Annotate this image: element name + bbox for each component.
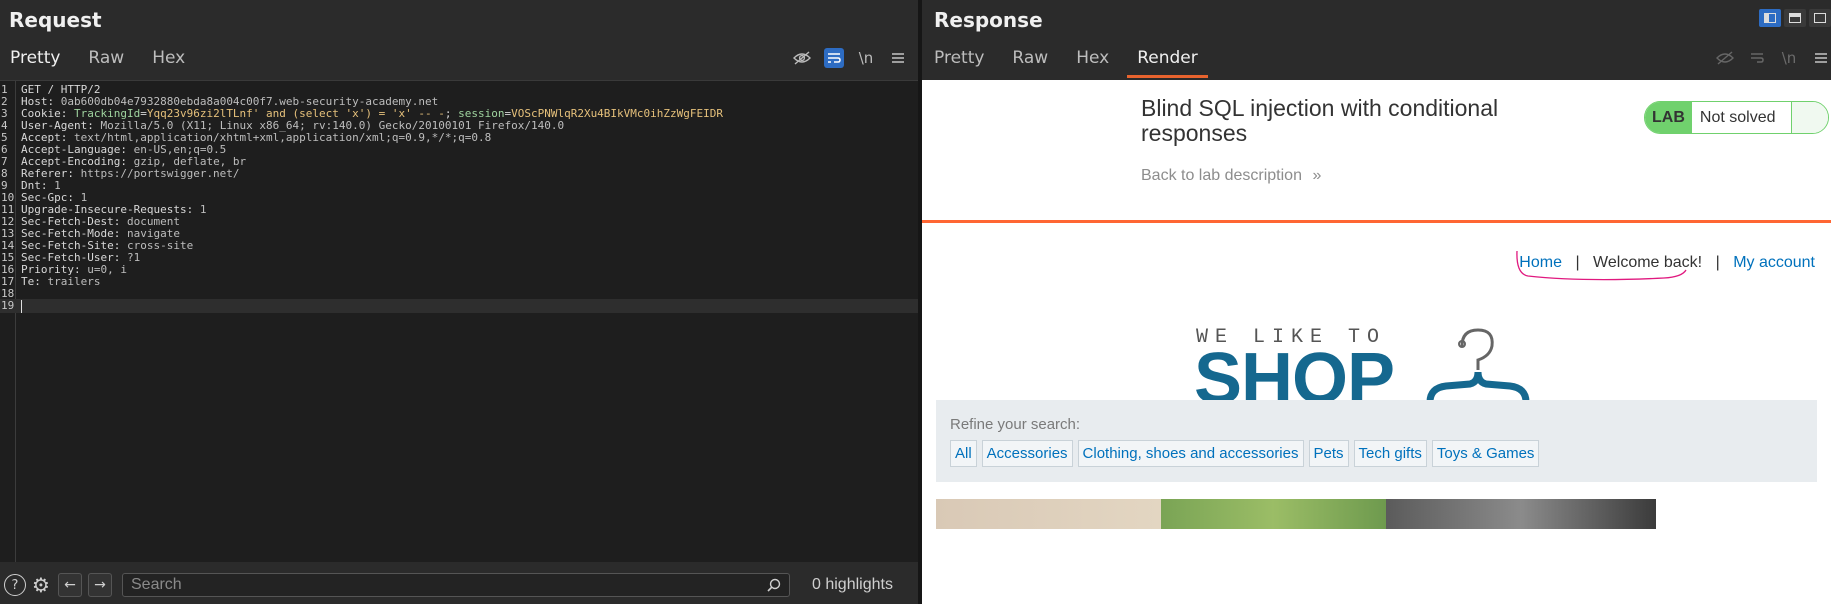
request-bottom-bar: ? ⚙ ← → 0 highlights	[0, 566, 918, 604]
layout-toggle	[1759, 9, 1831, 27]
text-caret	[21, 299, 22, 313]
product-image[interactable]	[936, 499, 1161, 529]
next-arrow-icon[interactable]: →	[88, 573, 112, 597]
response-pane: Response Pretty Raw Hex Render \n Blind …	[922, 0, 1831, 604]
lab-status-badge: LAB Not solved	[1644, 101, 1830, 134]
request-pane: Request Pretty Raw Hex \n 1 GET / HTTP/2 2…	[0, 0, 918, 604]
tab-pretty[interactable]: Pretty	[0, 44, 70, 78]
filter-accessories[interactable]: Accessories	[981, 440, 1073, 467]
lab-title: Blind SQL injection with conditional res…	[1141, 95, 1499, 146]
hide-icon	[1715, 48, 1735, 68]
back-link-label: Back to lab description	[1141, 167, 1302, 184]
rendered-page: Blind SQL injection with conditional res…	[922, 80, 1831, 604]
search-box	[122, 573, 790, 597]
settings-icon[interactable]: ⚙	[30, 573, 52, 597]
tab-hex[interactable]: Hex	[142, 44, 195, 78]
filter-all[interactable]: All	[950, 440, 977, 467]
chevron-right-icon: »	[1312, 167, 1322, 184]
single-view-icon[interactable]	[1809, 9, 1831, 27]
annotation-scribble	[1516, 250, 1687, 281]
refine-search: Refine your search: All Accessories Clot…	[936, 400, 1817, 482]
split-vertical-icon[interactable]	[1784, 9, 1806, 27]
highlights-count: 0 highlights	[812, 576, 893, 593]
category-filters: All Accessories Clothing, shoes and acce…	[950, 440, 1540, 467]
nav-separator: |	[1715, 254, 1720, 271]
filter-clothing[interactable]: Clothing, shoes and accessories	[1077, 440, 1304, 467]
nav-my-account-link[interactable]: My account	[1733, 254, 1815, 271]
response-tabs: Pretty Raw Hex Render	[924, 44, 1216, 78]
wrap-icon	[1747, 48, 1767, 68]
line-code	[21, 299, 22, 313]
newline-icon: \n	[1781, 49, 1797, 67]
help-icon[interactable]: ?	[4, 574, 26, 596]
refine-label: Refine your search:	[950, 416, 1081, 433]
hanger-icon	[1426, 328, 1530, 403]
product-image[interactable]	[1386, 499, 1656, 529]
search-input[interactable]	[131, 576, 767, 594]
tab-render[interactable]: Render	[1127, 44, 1208, 78]
menu-icon[interactable]	[1811, 48, 1831, 68]
lab-badge-label: LAB	[1645, 102, 1692, 133]
menu-icon[interactable]	[888, 48, 908, 68]
tab-hex[interactable]: Hex	[1066, 44, 1119, 78]
lab-badge-tail	[1792, 102, 1829, 133]
request-title: Request	[9, 8, 102, 32]
burp-repeater: Request Pretty Raw Hex \n 1 GET / HTTP/2 2…	[0, 0, 1831, 604]
product-images	[936, 499, 1656, 529]
request-toolbar: \n	[792, 48, 908, 68]
wrap-icon[interactable]	[824, 48, 844, 68]
tab-raw[interactable]: Raw	[1002, 44, 1058, 78]
previous-arrow-icon[interactable]: ←	[58, 573, 82, 597]
hide-icon[interactable]	[792, 48, 812, 68]
request-line[interactable]: 19	[0, 299, 918, 313]
response-toolbar: \n	[1715, 48, 1831, 68]
filter-tech-gifts[interactable]: Tech gifts	[1353, 440, 1427, 467]
line-number: 19	[1, 299, 15, 312]
tab-raw[interactable]: Raw	[78, 44, 134, 78]
split-horizontal-icon[interactable]	[1759, 9, 1781, 27]
search-icon[interactable]	[767, 578, 781, 592]
lab-status: Not solved	[1691, 102, 1793, 133]
filter-pets[interactable]: Pets	[1308, 440, 1349, 467]
request-editor[interactable]: 1 GET / HTTP/2 2 Host: 0ab600db04e7932880eb…	[0, 80, 918, 562]
product-image[interactable]	[1161, 499, 1386, 529]
tab-pretty[interactable]: Pretty	[924, 44, 994, 78]
request-tabs: Pretty Raw Hex	[0, 44, 203, 78]
response-title: Response	[934, 8, 1043, 32]
newline-icon[interactable]: \n	[856, 48, 876, 68]
lab-header: Blind SQL injection with conditional res…	[922, 80, 1831, 223]
filter-toys-games[interactable]: Toys & Games	[1431, 440, 1540, 467]
back-to-lab-link[interactable]: Back to lab description »	[1141, 167, 1321, 185]
